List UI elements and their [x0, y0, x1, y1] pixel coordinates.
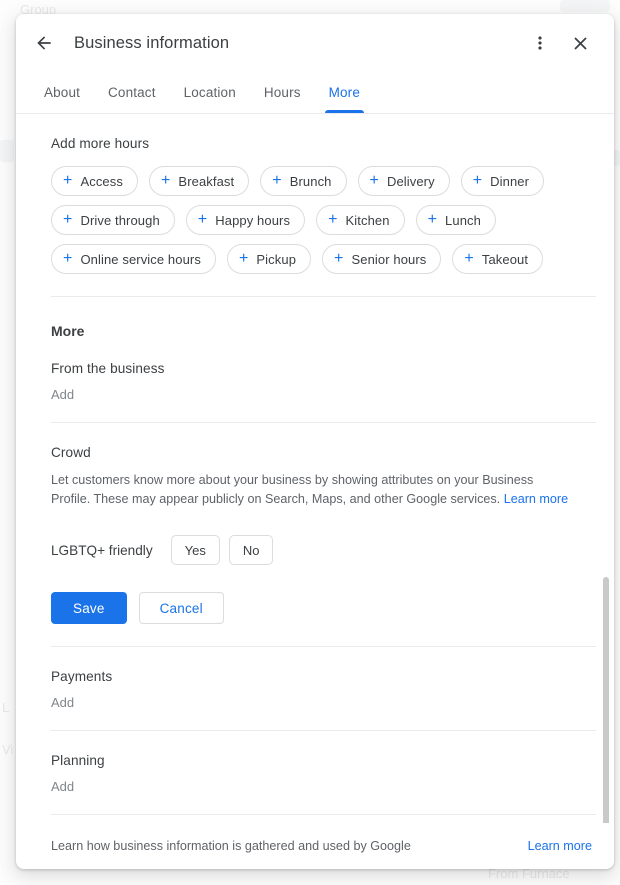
hours-chip-label: Access	[80, 174, 123, 189]
hours-chip[interactable]: + Kitchen	[316, 205, 405, 235]
plus-icon: +	[63, 212, 72, 228]
plus-icon: +	[334, 251, 343, 267]
hours-chip[interactable]: + Takeout	[452, 244, 543, 274]
crowd-section: Crowd Let customers know more about your…	[51, 423, 596, 624]
plus-icon: +	[198, 212, 207, 228]
hours-chip-label: Lunch	[445, 213, 481, 228]
tab-label: About	[44, 85, 80, 100]
plus-icon: +	[161, 173, 170, 189]
add-more-hours-section: Add more hours +Access+Breakfast+Brunch+…	[51, 114, 596, 274]
hours-chip[interactable]: + Delivery	[358, 166, 450, 196]
from-the-business-field: From the business Add	[51, 339, 596, 404]
payments-field: Payments Add	[51, 647, 596, 712]
lgbtq-no-button[interactable]: No	[229, 535, 274, 565]
hours-chip[interactable]: + Pickup	[227, 244, 311, 274]
dialog-body[interactable]: Add more hours +Access+Breakfast+Brunch+…	[16, 114, 614, 823]
plus-icon: +	[464, 251, 473, 267]
lgbtq-friendly-row: LGBTQ+ friendly Yes No	[51, 535, 596, 565]
hours-chip-label: Brunch	[290, 174, 332, 189]
plus-icon: +	[272, 173, 281, 189]
service-options-field: Service options Add	[51, 815, 596, 823]
hours-chip-group: + Access + Breakfast + Brunch + Delivery + Dinner…	[51, 166, 596, 274]
scrollbar-track[interactable]	[602, 114, 610, 823]
form-actions: Save Cancel	[51, 592, 596, 624]
planning-field: Planning Add	[51, 731, 596, 796]
hours-chip[interactable]: + Access	[51, 166, 138, 196]
lgbtq-yes-button[interactable]: Yes	[171, 535, 220, 565]
spacer	[51, 712, 596, 730]
business-information-dialog: Business information About Contact Locat…	[16, 14, 614, 869]
crowd-description-text: Let customers know more about your busin…	[51, 473, 533, 506]
plus-icon: +	[63, 173, 72, 189]
tab-label: Location	[184, 85, 236, 100]
section-divider	[51, 296, 596, 297]
payments-title: Payments	[51, 669, 596, 684]
arrow-back-icon[interactable]	[24, 23, 64, 63]
lgbtq-friendly-label: LGBTQ+ friendly	[51, 543, 153, 558]
more-heading: More	[51, 323, 596, 339]
crowd-learn-more-link[interactable]: Learn more	[504, 492, 568, 506]
backdrop-ghost-text: L	[2, 700, 9, 715]
tab-label: Hours	[264, 85, 301, 100]
from-the-business-title: From the business	[51, 361, 596, 376]
plus-icon: +	[239, 251, 248, 267]
hours-chip[interactable]: + Lunch	[416, 205, 496, 235]
save-button[interactable]: Save	[51, 592, 127, 624]
hours-chip-label: Online service hours	[80, 252, 201, 267]
hours-chip[interactable]: + Happy hours	[186, 205, 305, 235]
hours-chip-label: Senior hours	[351, 252, 426, 267]
crowd-description: Let customers know more about your busin…	[51, 471, 571, 509]
hours-chip-label: Kitchen	[346, 213, 390, 228]
plus-icon: +	[328, 212, 337, 228]
hours-chip-label: Dinner	[490, 174, 529, 189]
scrollbar-thumb[interactable]	[603, 577, 609, 823]
hours-chip[interactable]: + Online service hours	[51, 244, 216, 274]
backdrop-block	[560, 0, 610, 12]
plus-icon: +	[63, 251, 72, 267]
tab-contact[interactable]: Contact	[94, 72, 170, 113]
backdrop-ghost-text: Vi	[2, 742, 13, 757]
dialog-header: Business information	[16, 14, 614, 72]
footer-text: Learn how business information is gather…	[51, 839, 411, 853]
cancel-button[interactable]: Cancel	[139, 592, 224, 624]
page-title: Business information	[74, 34, 520, 53]
hours-chip[interactable]: + Drive through	[51, 205, 175, 235]
tab-more[interactable]: More	[315, 72, 374, 113]
hours-chip-label: Delivery	[387, 174, 435, 189]
hours-chip-label: Drive through	[80, 213, 159, 228]
spacer	[51, 796, 596, 814]
dialog-footer: Learn how business information is gather…	[16, 823, 614, 869]
tab-label: More	[329, 85, 360, 100]
hours-chip[interactable]: + Dinner	[461, 166, 544, 196]
from-the-business-add[interactable]: Add	[51, 387, 74, 402]
plus-icon: +	[370, 173, 379, 189]
hours-chip[interactable]: + Breakfast	[149, 166, 249, 196]
tab-hours[interactable]: Hours	[250, 72, 315, 113]
dialog-tabs: About Contact Location Hours More	[16, 72, 614, 114]
hours-chip-label: Happy hours	[215, 213, 290, 228]
tab-label: Contact	[108, 85, 156, 100]
hours-chip[interactable]: + Brunch	[260, 166, 346, 196]
crowd-title: Crowd	[51, 445, 596, 460]
footer-learn-more-link[interactable]: Learn more	[528, 839, 592, 853]
payments-add[interactable]: Add	[51, 695, 74, 710]
close-icon[interactable]	[560, 23, 600, 63]
add-more-hours-label: Add more hours	[51, 136, 596, 151]
hours-chip-label: Takeout	[482, 252, 528, 267]
hours-chip-label: Pickup	[256, 252, 296, 267]
hours-chip[interactable]: + Senior hours	[322, 244, 441, 274]
plus-icon: +	[428, 212, 437, 228]
planning-title: Planning	[51, 753, 596, 768]
planning-add[interactable]: Add	[51, 779, 74, 794]
plus-icon: +	[473, 173, 482, 189]
spacer	[51, 404, 596, 422]
more-vert-icon[interactable]	[520, 23, 560, 63]
backdrop-block	[0, 140, 14, 162]
tab-location[interactable]: Location	[170, 72, 250, 113]
hours-chip-label: Breakfast	[178, 174, 234, 189]
tab-about[interactable]: About	[30, 72, 94, 113]
